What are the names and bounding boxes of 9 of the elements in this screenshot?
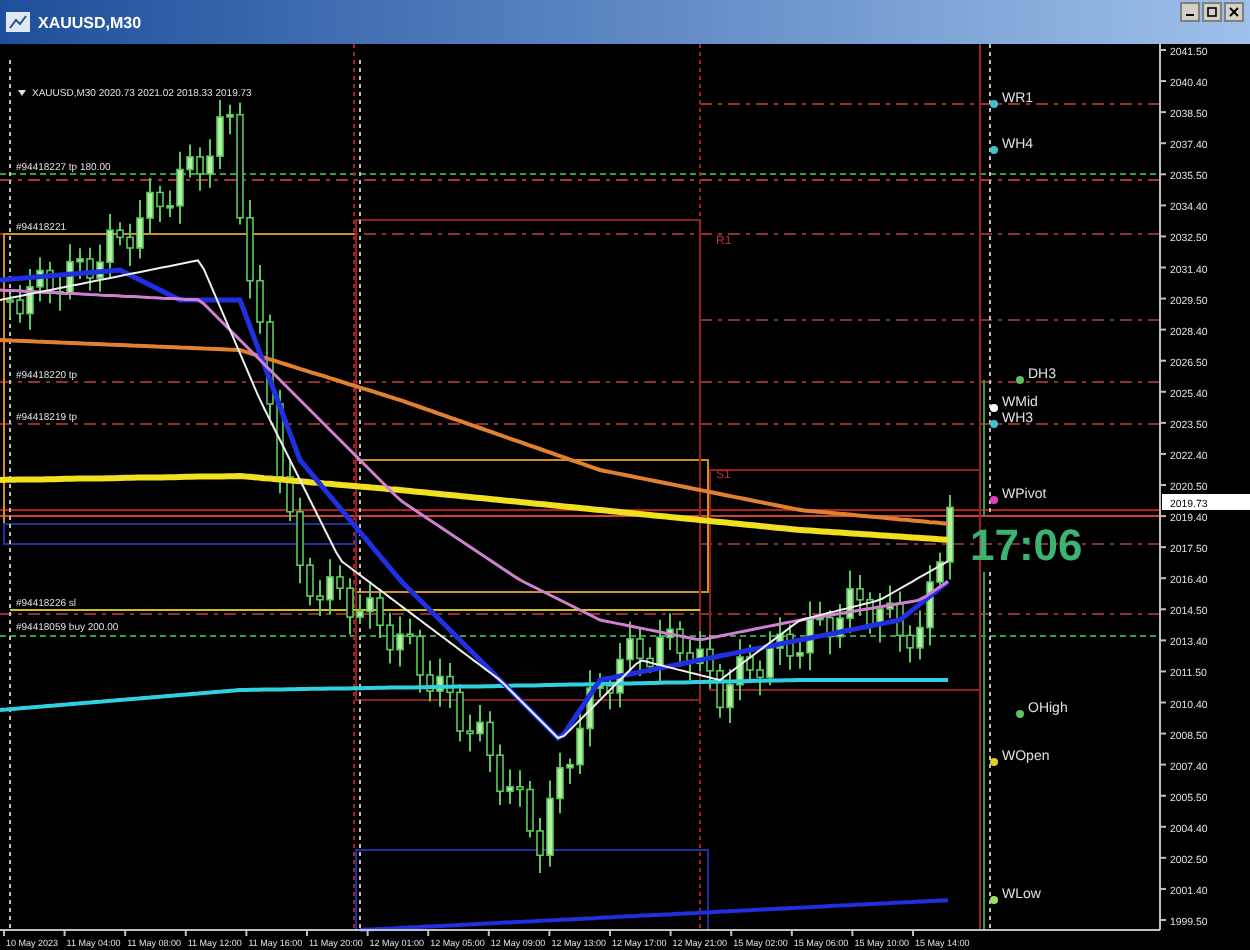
current-price-badge	[1162, 494, 1250, 510]
close-icon	[1228, 6, 1240, 18]
dropdown-icon	[18, 90, 26, 96]
restore-icon	[1206, 6, 1218, 18]
window-title: XAUUSD,M30	[38, 13, 142, 31]
chart-icon	[6, 12, 30, 32]
restore-button[interactable]	[1202, 2, 1222, 22]
close-button[interactable]	[1224, 2, 1244, 22]
minimize-button[interactable]	[1180, 2, 1200, 22]
